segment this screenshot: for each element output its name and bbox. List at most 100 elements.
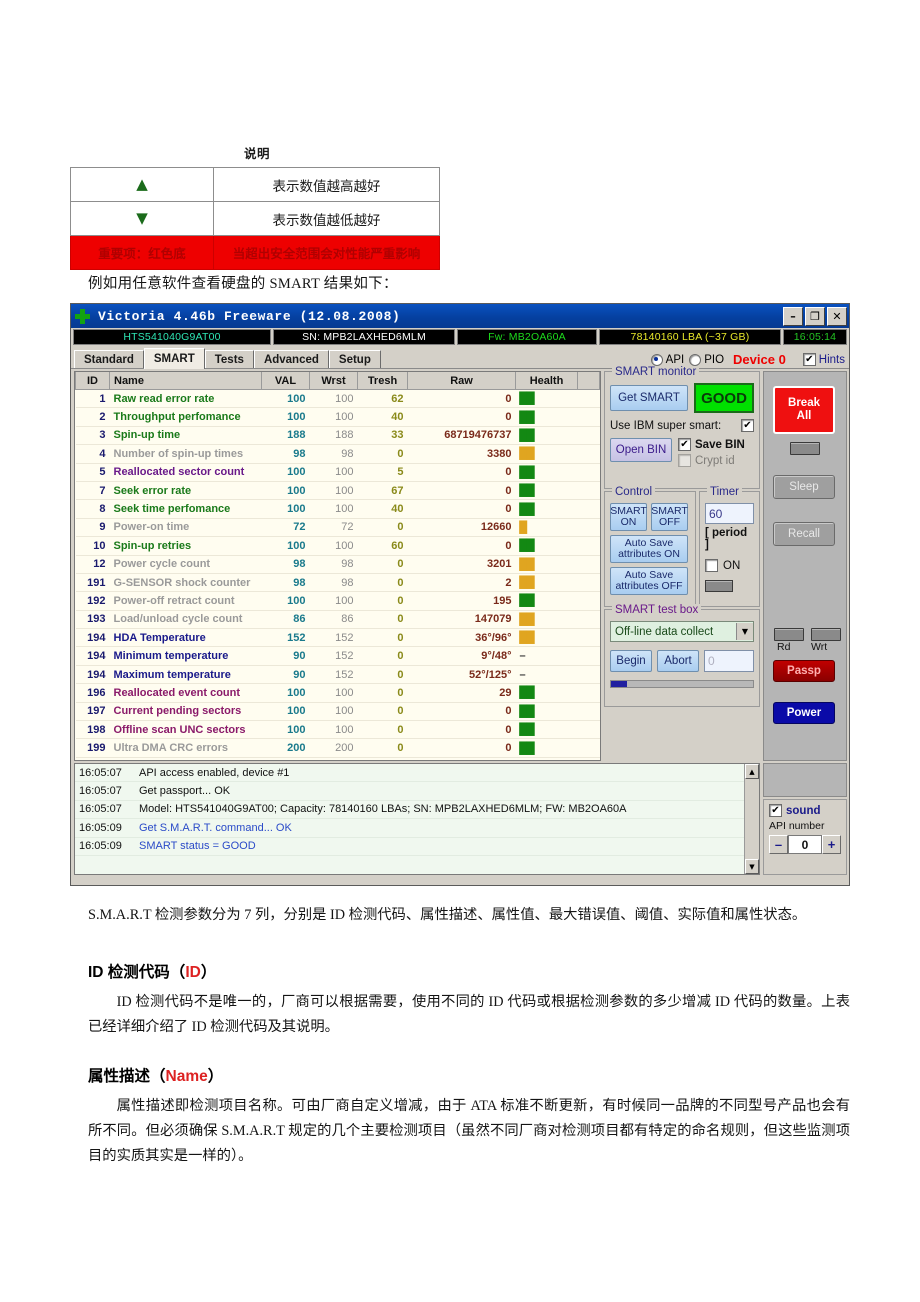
- table-row[interactable]: 7 Seek error rate 100 100 67 0 ▉▉: [75, 481, 600, 501]
- log-area: 16:05:07 API access enabled, device #1 16:…: [71, 761, 849, 878]
- table-row[interactable]: 194 HDA Temperature 152 152 0 36°/96° ▉▉: [75, 628, 600, 648]
- table-row[interactable]: 198 Offline scan UNC sectors 100 100 0 0 ▉▉: [75, 720, 600, 740]
- cell-val: 100: [261, 591, 310, 611]
- sound-checkbox[interactable]: ✔ sound: [769, 804, 841, 817]
- table-row[interactable]: 3 Spin-up time 188 188 33 68719476737 ▉▉: [75, 426, 600, 446]
- api-number-stepper[interactable]: – 0 +: [769, 835, 841, 854]
- log-list[interactable]: 16:05:07 API access enabled, device #1 16:…: [74, 763, 760, 875]
- tab-standard[interactable]: Standard: [74, 350, 144, 368]
- log-side-panel: ✔ sound API number – 0 +: [763, 763, 847, 875]
- tab-advanced[interactable]: Advanced: [253, 350, 329, 368]
- victoria-logo-icon: [75, 308, 90, 324]
- table-row[interactable]: 194 Maximum temperature 90 152 0 52°/125° –: [75, 665, 600, 685]
- cell-id: 7: [75, 481, 110, 501]
- minimize-icon[interactable]: –: [783, 306, 803, 326]
- cell-id: 2: [75, 407, 110, 427]
- col-header-tresh[interactable]: Tresh: [357, 372, 408, 390]
- use-ibm-checkbox[interactable]: ✔: [741, 419, 754, 432]
- table-row[interactable]: 1 Raw read error rate 100 100 62 0 ▉▉: [75, 389, 600, 409]
- radio-api[interactable]: API: [650, 353, 684, 366]
- close-icon[interactable]: ✕: [827, 306, 847, 326]
- col-header-health[interactable]: Health: [515, 372, 578, 390]
- sleep-button[interactable]: Sleep: [773, 475, 835, 499]
- recall-button[interactable]: Recall: [773, 522, 835, 546]
- table-row[interactable]: 197 Current pending sectors 100 100 0 0 ▉▉: [75, 702, 600, 722]
- radio-pio[interactable]: PIO: [689, 353, 724, 366]
- table-row[interactable]: 191 G-SENSOR shock counter 98 98 0 2 ▉▉: [75, 573, 600, 593]
- col-header-name[interactable]: Name: [109, 372, 262, 390]
- cell-id: 199: [75, 738, 110, 758]
- table-row[interactable]: 4 Number of spin-up times 98 98 0 3380 ▉▉: [75, 444, 600, 464]
- test-type-select[interactable]: Off-line data collect ▼: [610, 621, 754, 642]
- control-group: Control SMART ON SMART OFF Auto Save att…: [604, 486, 696, 607]
- cell-id: 193: [75, 610, 110, 630]
- table-row[interactable]: 5 Reallocated sector count 100 100 5 0 ▉▉: [75, 463, 600, 482]
- log-time: 16:05:07: [79, 803, 122, 816]
- cell-id: 3: [75, 426, 110, 446]
- tab-tests[interactable]: Tests: [204, 350, 254, 368]
- table-row[interactable]: 199 Ultra DMA CRC errors 200 200 0 0 ▉▉: [75, 738, 600, 758]
- smart-attributes-grid[interactable]: ID Name VAL Wrst Tresh Raw Health 1 Raw r…: [74, 371, 601, 761]
- col-header-val[interactable]: VAL: [261, 372, 310, 390]
- save-bin-checkbox[interactable]: ✔ Save BIN: [678, 438, 745, 451]
- device-info-strip: HTS541040G9AT00 SN: MPB2LAXHED6MLM Fw: M…: [71, 328, 849, 346]
- smart-off-button[interactable]: SMART OFF: [651, 503, 688, 531]
- cell-wrst: 100: [309, 591, 358, 611]
- cell-health: ▉▉: [515, 444, 578, 464]
- table-row[interactable]: 193 Load/unload cycle count 86 86 0 147079 ▉▉: [75, 610, 600, 630]
- abort-button[interactable]: Abort: [657, 650, 699, 672]
- cell-name: Reallocated event count: [109, 683, 262, 703]
- table-row[interactable]: 2 Throughput perfomance 100 100 40 0 ▉▉: [75, 407, 600, 427]
- legend-row: ▲ 表示数值越高越好: [70, 167, 440, 202]
- log-scrollbar[interactable]: ▲ ▼: [744, 764, 759, 874]
- table-row[interactable]: 10 Spin-up retries 100 100 60 0 ▉▉: [75, 536, 600, 556]
- hints-checkbox[interactable]: ✔ Hints: [802, 353, 845, 366]
- cell-spacer: [577, 702, 600, 722]
- cell-id: 10: [75, 536, 110, 556]
- table-row[interactable]: 194 Minimum temperature 90 152 0 9°/48° –: [75, 646, 600, 666]
- table-row[interactable]: 196 Reallocated event count 100 100 0 29 ▉▉: [75, 683, 600, 703]
- table-row[interactable]: 8 Seek time perfomance 100 100 40 0 ▉▉: [75, 499, 600, 519]
- maximize-icon[interactable]: ❐: [805, 306, 825, 326]
- power-button[interactable]: Power: [773, 702, 835, 724]
- get-smart-button[interactable]: Get SMART: [610, 385, 688, 411]
- table-header-row: ID Name VAL Wrst Tresh Raw Health: [75, 372, 600, 390]
- cell-name: Power-on time: [109, 518, 262, 538]
- tab-smart[interactable]: SMART: [143, 348, 205, 369]
- tab-setup[interactable]: Setup: [328, 350, 381, 368]
- auto-save-off-button[interactable]: Auto Save attributes OFF: [610, 567, 688, 595]
- cell-health: ▉▉: [515, 702, 578, 722]
- timer-on-checkbox[interactable]: ON: [705, 559, 754, 572]
- cell-tresh: 67: [357, 481, 408, 501]
- timer-input[interactable]: 60: [705, 503, 754, 524]
- auto-save-on-button[interactable]: Auto Save attributes ON: [610, 535, 688, 563]
- cell-wrst: 100: [309, 702, 358, 722]
- crypt-id-checkbox[interactable]: Crypt id: [678, 454, 745, 467]
- table-row[interactable]: 9 Power-on time 72 72 0 12660 ▉: [75, 518, 600, 538]
- scroll-up-icon[interactable]: ▲: [745, 764, 759, 779]
- paragraph-smart-columns: S.M.A.R.T 检测参数分为 7 列，分别是 ID 检测代码、属性描述、属性…: [88, 907, 807, 923]
- col-header-wrst[interactable]: Wrst: [309, 372, 358, 390]
- legend-mark: 重要项：红色底: [70, 235, 214, 270]
- cell-name: Spin-up time: [109, 426, 262, 446]
- table-row[interactable]: 12 Power cycle count 98 98 0 3201 ▉▉: [75, 555, 600, 574]
- cell-tresh: 0: [357, 738, 408, 758]
- break-all-button[interactable]: Break All: [773, 386, 835, 434]
- col-header-id[interactable]: ID: [75, 372, 110, 390]
- passport-button[interactable]: Passp: [773, 660, 835, 682]
- cell-health: ▉▉: [515, 499, 578, 519]
- begin-button[interactable]: Begin: [610, 650, 652, 672]
- cell-wrst: 188: [309, 426, 358, 446]
- cell-raw: 36°/96°: [407, 628, 516, 648]
- scroll-down-icon[interactable]: ▼: [745, 859, 759, 874]
- open-bin-button[interactable]: Open BIN: [610, 438, 672, 462]
- table-row[interactable]: 192 Power-off retract count 100 100 0 195 ▉▉: [75, 591, 600, 611]
- cell-name: Offline scan UNC sectors: [109, 720, 262, 740]
- api-number-increment[interactable]: +: [822, 835, 841, 854]
- api-number-decrement[interactable]: –: [769, 835, 788, 854]
- cell-health: ▉▉: [515, 573, 578, 593]
- cell-val: 90: [261, 665, 310, 685]
- test-count-input[interactable]: 0: [704, 650, 754, 672]
- col-header-raw[interactable]: Raw: [407, 372, 516, 390]
- smart-on-button[interactable]: SMART ON: [610, 503, 647, 531]
